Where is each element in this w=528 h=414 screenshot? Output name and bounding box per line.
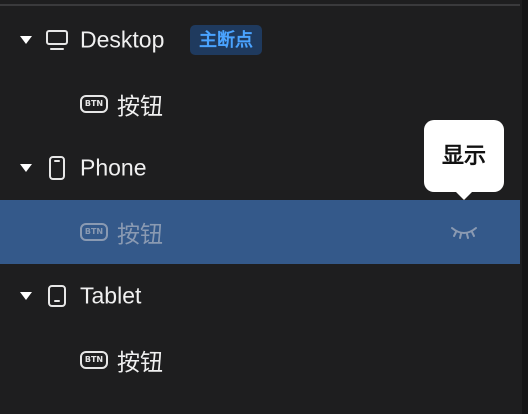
tree-row-tablet[interactable]: Tablet: [0, 264, 520, 328]
layer-label: 按钮: [117, 221, 163, 247]
primary-breakpoint-badge: 主断点: [190, 25, 262, 55]
layer-label: 按钮: [117, 349, 163, 375]
tablet-icon: [48, 285, 66, 307]
button-component-icon: BTN: [80, 351, 108, 369]
tree-row-phone-button[interactable]: BTN 按钮: [0, 200, 520, 264]
caret-down-icon[interactable]: [20, 36, 32, 44]
tree-row-desktop[interactable]: Desktop 主断点: [0, 8, 520, 72]
phone-icon: [49, 156, 65, 180]
visibility-tooltip: 显示: [424, 120, 504, 192]
button-component-icon: BTN: [80, 223, 108, 241]
panel-edge: [522, 0, 528, 414]
desktop-icon: [46, 30, 68, 50]
device-label-tablet: Tablet: [80, 282, 142, 309]
tooltip-arrow: [455, 191, 473, 200]
breakpoint-tree: Desktop 主断点 BTN 按钮 Phone BTN 按钮 Tablet B…: [0, 8, 520, 392]
tree-row-tablet-button[interactable]: BTN 按钮: [0, 328, 520, 392]
device-label-desktop: Desktop: [80, 26, 165, 53]
top-divider: [0, 0, 520, 6]
button-component-icon: BTN: [80, 95, 108, 113]
caret-down-icon[interactable]: [20, 292, 32, 300]
layer-label: 按钮: [117, 93, 163, 119]
device-label-phone: Phone: [80, 154, 147, 181]
eye-closed-icon[interactable]: [450, 224, 478, 240]
caret-down-icon[interactable]: [20, 164, 32, 172]
